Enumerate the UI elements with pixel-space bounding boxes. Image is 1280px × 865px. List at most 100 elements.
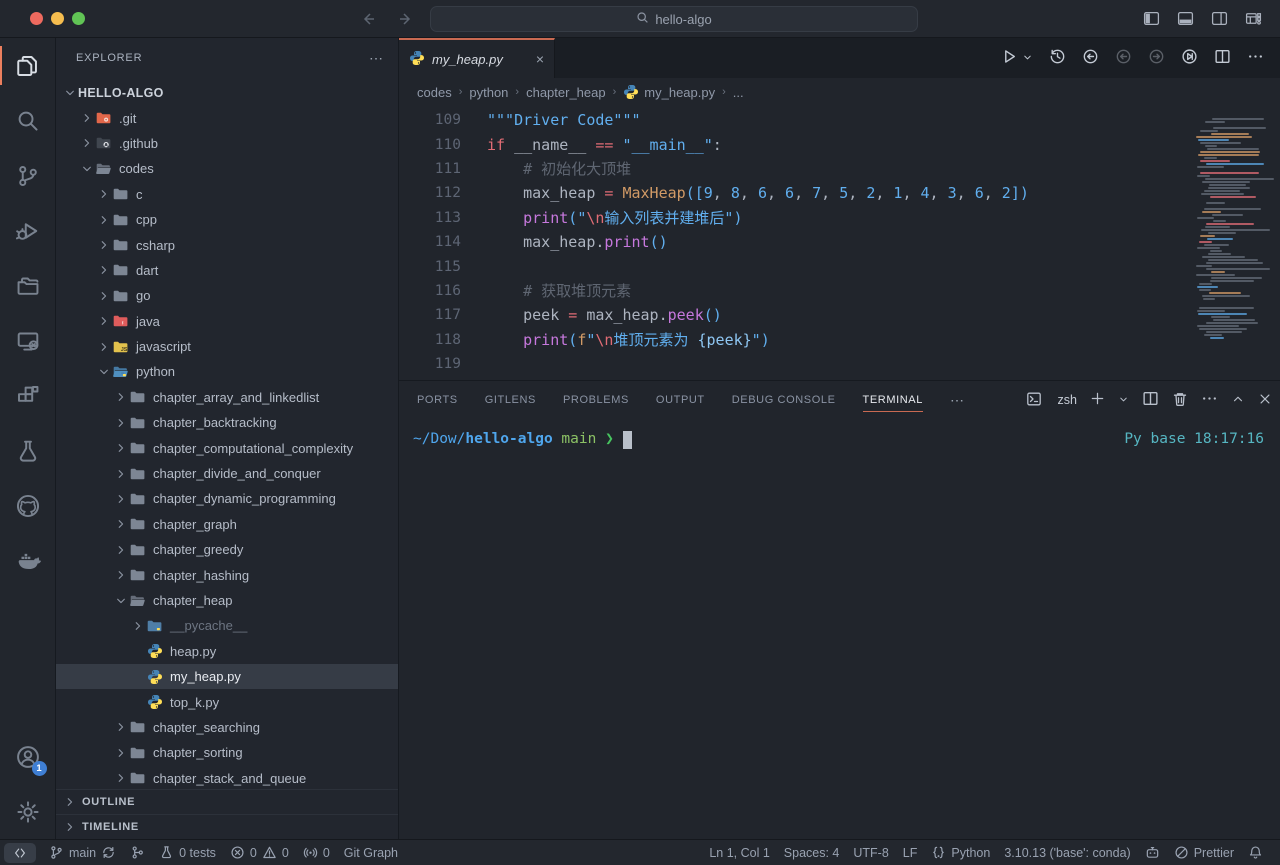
breadcrumb-item-chapter-heap[interactable]: chapter_heap (526, 85, 606, 100)
tree-item-c[interactable]: c (56, 182, 398, 207)
tree-item-chapter-searching[interactable]: chapter_searching (56, 715, 398, 740)
chevron-right-icon[interactable] (113, 567, 129, 583)
panel-tabs-overflow-icon[interactable]: ⋯ (950, 392, 965, 409)
status-utf-8[interactable]: UTF-8 (846, 846, 895, 860)
breadcrumb-item-my-heap-py[interactable]: my_heap.py (623, 84, 715, 100)
status-git-graph[interactable]: Git Graph (337, 840, 405, 865)
chevron-right-icon[interactable] (113, 415, 129, 431)
status-3-10-13-base-conda-[interactable]: 3.10.13 ('base': conda) (997, 846, 1137, 860)
chevron-right-icon[interactable] (96, 262, 112, 278)
run-interactive-icon[interactable] (1181, 48, 1198, 68)
chevron-right-icon[interactable] (113, 770, 129, 786)
zoom-window-button[interactable] (72, 12, 85, 25)
tree-item--git[interactable]: .git (56, 105, 398, 130)
tree-item-heap-py[interactable]: heap.py (56, 639, 398, 664)
panel-tab-terminal[interactable]: TERMINAL (863, 381, 923, 419)
panel-tab-problems[interactable]: PROBLEMS (563, 381, 629, 419)
activity-explorer-icon[interactable] (0, 38, 56, 93)
shell-label[interactable]: zsh (1058, 393, 1077, 407)
previous-change-icon[interactable] (1115, 48, 1132, 68)
open-changes-icon[interactable] (1082, 48, 1099, 68)
chevron-right-icon[interactable] (96, 186, 112, 202)
tree-item-chapter-stack-and-queue[interactable]: chapter_stack_and_queue (56, 766, 398, 789)
chevron-right-icon[interactable] (113, 745, 129, 761)
panel-tab-gitlens[interactable]: GITLENS (485, 381, 536, 419)
tree-item-chapter-heap[interactable]: chapter_heap (56, 588, 398, 613)
chevron-right-icon[interactable] (130, 618, 146, 634)
new-terminal-icon[interactable] (1090, 391, 1105, 409)
nav-back-icon[interactable] (360, 11, 376, 27)
chevron-right-icon[interactable] (79, 110, 95, 126)
tree-root-hello-algo[interactable]: HELLO-ALGO (56, 80, 398, 105)
tree-item--github[interactable]: .github (56, 131, 398, 156)
tab-my-heap-py[interactable]: my_heap.py × (399, 38, 555, 78)
explorer-more-actions-icon[interactable]: ⋯ (369, 50, 384, 67)
status-robot[interactable] (1138, 845, 1167, 860)
tree-item-python[interactable]: python (56, 359, 398, 384)
tree-item-go[interactable]: go (56, 283, 398, 308)
tree-item-chapter-greedy[interactable]: chapter_greedy (56, 537, 398, 562)
chevron-right-icon[interactable] (113, 440, 129, 456)
activity-remote-explorer-icon[interactable] (0, 313, 56, 368)
activity-project-folder-icon[interactable] (0, 258, 56, 313)
more-actions-icon[interactable] (1247, 48, 1264, 68)
tree-item--pycache-[interactable]: __pycache__ (56, 613, 398, 638)
status-remote-indicator[interactable] (4, 843, 36, 863)
tree-item-chapter-dynamic-programming[interactable]: chapter_dynamic_programming (56, 486, 398, 511)
terminal[interactable]: ~/Dow/hello-algo main ❯ Py base 18:17:16 (399, 419, 1280, 839)
terminal-dropdown-icon[interactable] (1118, 393, 1129, 408)
panel-tab-debug-console[interactable]: DEBUG CONSOLE (732, 381, 836, 419)
tree-item-cpp[interactable]: cpp (56, 207, 398, 232)
code-line-111[interactable]: 111 # 初始化大顶堆 (399, 157, 1280, 181)
activity-docker-icon[interactable] (0, 533, 56, 588)
chevron-down-icon[interactable] (62, 85, 78, 101)
status-error[interactable]: 00 (223, 840, 296, 865)
tree-item-chapter-array-and-linkedlist[interactable]: chapter_array_and_linkedlist (56, 385, 398, 410)
tree-item-chapter-hashing[interactable]: chapter_hashing (56, 562, 398, 587)
chevron-right-icon[interactable] (113, 719, 129, 735)
panel-tab-ports[interactable]: PORTS (417, 381, 458, 419)
status-python[interactable]: Python (924, 845, 997, 860)
status-bell[interactable] (1241, 845, 1270, 860)
tree-item-csharp[interactable]: csharp (56, 232, 398, 257)
split-editor-icon[interactable] (1214, 48, 1231, 68)
close-window-button[interactable] (30, 12, 43, 25)
code-line-115[interactable]: 115 (399, 254, 1280, 278)
chevron-right-icon[interactable] (113, 516, 129, 532)
section-timeline[interactable]: TIMELINE (56, 814, 398, 839)
chevron-right-icon[interactable] (96, 237, 112, 253)
chevron-right-icon[interactable] (113, 491, 129, 507)
next-change-icon[interactable] (1148, 48, 1165, 68)
chevron-down-icon[interactable] (79, 161, 95, 177)
tree-item-codes[interactable]: codes (56, 156, 398, 181)
status-broadcast[interactable]: 0 (296, 840, 337, 865)
chevron-right-icon[interactable] (96, 339, 112, 355)
breadcrumb-item-python[interactable]: python (469, 85, 508, 100)
run-python-file-button[interactable] (1001, 48, 1018, 68)
status-beaker[interactable]: 0 tests (152, 840, 223, 865)
customize-layout-icon[interactable] (1245, 10, 1262, 27)
status-lf[interactable]: LF (896, 846, 925, 860)
activity-run-debug-icon[interactable] (0, 203, 56, 258)
activity-accounts-icon[interactable]: 1 (0, 729, 56, 784)
terminal-shell-icon[interactable] (1026, 391, 1042, 410)
status-ln-1-col-1[interactable]: Ln 1, Col 1 (702, 846, 776, 860)
section-outline[interactable]: OUTLINE (56, 789, 398, 814)
chevron-right-icon[interactable] (113, 389, 129, 405)
minimize-window-button[interactable] (51, 12, 64, 25)
status-prettier[interactable]: Prettier (1167, 845, 1241, 860)
file-history-icon[interactable] (1049, 48, 1066, 68)
code-line-112[interactable]: 112 max_heap = MaxHeap([9, 8, 6, 6, 7, 5… (399, 181, 1280, 205)
tree-item-chapter-sorting[interactable]: chapter_sorting (56, 740, 398, 765)
code-line-113[interactable]: 113 print("\n输入列表并建堆后") (399, 206, 1280, 230)
tree-item-top-k-py[interactable]: top_k.py (56, 689, 398, 714)
tree-item-chapter-computational-complexity[interactable]: chapter_computational_complexity (56, 435, 398, 460)
code-editor[interactable]: 109"""Driver Code"""110if __name__ == "_… (399, 106, 1280, 380)
chevron-right-icon[interactable] (96, 313, 112, 329)
panel-tab-output[interactable]: OUTPUT (656, 381, 705, 419)
maximize-panel-icon[interactable] (1231, 392, 1245, 409)
split-terminal-icon[interactable] (1142, 390, 1159, 410)
chevron-right-icon[interactable] (113, 542, 129, 558)
toggle-panel-icon[interactable] (1177, 10, 1194, 27)
activity-settings-icon[interactable] (0, 784, 56, 839)
